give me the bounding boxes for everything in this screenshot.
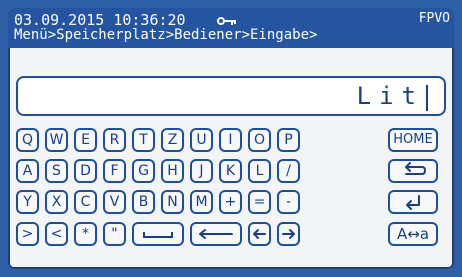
key-label: * (82, 226, 89, 242)
key-label: S (52, 163, 61, 179)
key-3-0[interactable]: > (16, 222, 39, 246)
case-toggle-key[interactable]: A↔a (388, 222, 438, 246)
key-label: " (111, 226, 118, 242)
backspace-key[interactable] (190, 222, 242, 246)
key-label: M (195, 194, 208, 210)
home-key-label: HOME (393, 132, 433, 147)
text-caret (426, 85, 428, 111)
key-label: V (109, 194, 120, 210)
key-0-0[interactable]: Q (16, 128, 39, 152)
key-2-9[interactable]: - (277, 190, 300, 214)
key-1-5[interactable]: H (161, 159, 184, 183)
key-1-2[interactable]: D (74, 159, 97, 183)
key-3-3[interactable]: " (103, 222, 126, 246)
key-label: T (139, 132, 148, 148)
key-1-7[interactable]: K (219, 159, 242, 183)
key-label: F (110, 163, 119, 179)
back-key[interactable] (388, 159, 438, 183)
key-2-8[interactable]: = (248, 190, 271, 214)
key-label: = (253, 194, 266, 210)
key-2-4[interactable]: B (132, 190, 155, 214)
key-label: J (199, 163, 204, 179)
key-label: E (81, 132, 90, 148)
key-0-9[interactable]: P (277, 128, 300, 152)
key-label: Z (167, 132, 178, 148)
case-toggle-label: A↔a (396, 225, 430, 243)
key-label: Y (23, 194, 32, 210)
key-2-1[interactable]: X (45, 190, 68, 214)
key-label: G (138, 163, 149, 179)
key-label: / (286, 163, 291, 179)
key-1-1[interactable]: S (45, 159, 68, 183)
key-label: O (253, 132, 266, 148)
key-label: D (80, 163, 91, 179)
status-bar: 03.09.2015 10:36:20 FPVO Menü>Speicherpl… (8, 8, 454, 48)
key-icon (216, 13, 238, 27)
cursor-left-key[interactable] (248, 222, 271, 246)
key-label: K (225, 163, 236, 179)
key-2-7[interactable]: + (219, 190, 242, 214)
key-0-8[interactable]: O (248, 128, 271, 152)
key-0-1[interactable]: W (45, 128, 68, 152)
key-2-0[interactable]: Y (16, 190, 39, 214)
key-2-6[interactable]: M (190, 190, 213, 214)
key-1-6[interactable]: J (190, 159, 213, 183)
key-3-1[interactable]: < (45, 222, 68, 246)
key-0-6[interactable]: U (190, 128, 213, 152)
key-2-3[interactable]: V (103, 190, 126, 214)
key-label: + (224, 194, 237, 210)
key-label: R (109, 132, 120, 148)
key-0-5[interactable]: Z (161, 128, 184, 152)
text-input-field[interactable]: Lit (16, 76, 446, 116)
key-0-4[interactable]: T (132, 128, 155, 152)
status-line: 03.09.2015 10:36:20 FPVO (14, 9, 450, 29)
key-label: U (196, 132, 207, 148)
key-label: > (21, 226, 34, 242)
display-screen: 03.09.2015 10:36:20 FPVO Menü>Speicherpl… (8, 8, 454, 269)
key-label: P (284, 132, 293, 148)
key-label: < (50, 226, 63, 242)
key-1-3[interactable]: F (103, 159, 126, 183)
key-label: - (285, 194, 292, 210)
key-label: I (228, 132, 233, 148)
key-2-5[interactable]: N (161, 190, 184, 214)
key-0-2[interactable]: E (74, 128, 97, 152)
breadcrumb: Menü>Speicherplatz>Bediener>Eingabe> (14, 27, 318, 43)
key-label: N (167, 194, 178, 210)
key-label: Q (21, 132, 34, 148)
key-label: X (51, 194, 62, 210)
key-1-4[interactable]: G (132, 159, 155, 183)
enter-key[interactable] (388, 190, 438, 214)
key-label: B (138, 194, 149, 210)
key-0-7[interactable]: I (219, 128, 242, 152)
home-key[interactable]: HOME (388, 128, 438, 152)
key-2-2[interactable]: C (74, 190, 97, 214)
input-value: Lit (356, 82, 424, 110)
device-id: FPVO (418, 11, 450, 26)
key-0-3[interactable]: R (103, 128, 126, 152)
key-label: H (167, 163, 178, 179)
key-1-8[interactable]: L (248, 159, 271, 183)
key-label: L (255, 163, 264, 179)
key-label: C (80, 194, 91, 210)
key-3-2[interactable]: * (74, 222, 97, 246)
key-label: A (22, 163, 33, 179)
cursor-right-key[interactable] (277, 222, 300, 246)
key-1-9[interactable]: / (277, 159, 300, 183)
key-label: W (49, 132, 64, 148)
space-key[interactable] (132, 222, 184, 246)
key-1-0[interactable]: A (16, 159, 39, 183)
